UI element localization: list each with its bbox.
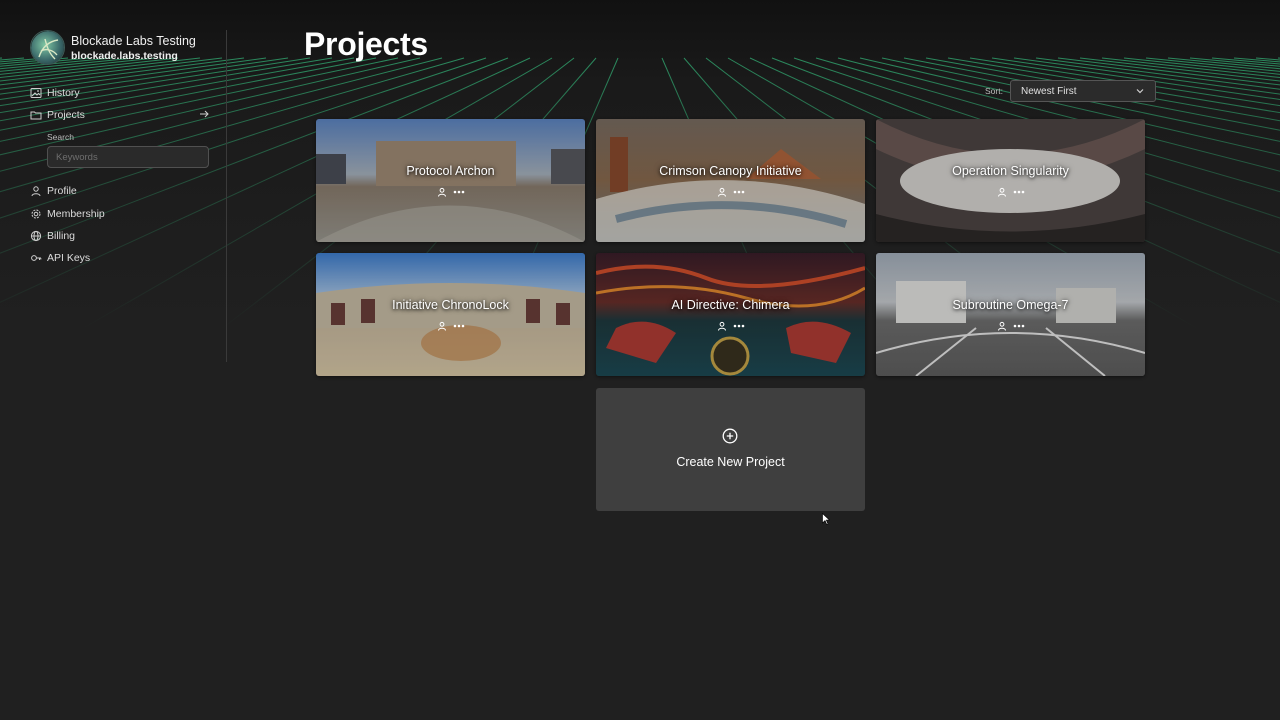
user-icon <box>437 187 447 197</box>
project-title: Protocol Archon <box>406 164 495 178</box>
account-handle: blockade.labs.testing <box>71 49 178 62</box>
sort-dropdown[interactable]: Newest First <box>1010 80 1156 102</box>
image-icon <box>30 87 42 99</box>
folder-icon <box>30 109 42 121</box>
more-options-icon[interactable] <box>733 323 745 329</box>
sidebar-item-api-keys[interactable]: API Keys <box>30 250 210 266</box>
page-title: Projects <box>304 26 428 62</box>
project-card-ai-directive-chimera[interactable]: AI Directive: Chimera <box>596 253 865 376</box>
user-icon <box>997 321 1007 331</box>
search-input[interactable] <box>47 146 209 168</box>
user-icon <box>437 321 447 331</box>
more-options-icon[interactable] <box>733 189 745 195</box>
user-icon <box>717 321 727 331</box>
project-title: Initiative ChronoLock <box>392 298 509 312</box>
sidebar: Blockade Labs Testing blockade.labs.test… <box>0 0 228 362</box>
arrow-right-icon[interactable] <box>198 108 210 120</box>
project-card-protocol-archon[interactable]: Protocol Archon <box>316 119 585 242</box>
user-icon <box>30 185 42 197</box>
project-card-operation-singularity[interactable]: Operation Singularity <box>876 119 1145 242</box>
project-card-crimson-canopy-initiative[interactable]: Crimson Canopy Initiative <box>596 119 865 242</box>
project-title: AI Directive: Chimera <box>671 298 790 312</box>
sidebar-item-label: API Keys <box>47 252 91 264</box>
sidebar-item-label: Membership <box>47 208 105 220</box>
create-new-project-button[interactable]: Create New Project <box>596 388 865 511</box>
project-card-initiative-chronolock[interactable]: Initiative ChronoLock <box>316 253 585 376</box>
more-options-icon[interactable] <box>1013 189 1025 195</box>
sort-value: Newest First <box>1021 85 1077 97</box>
sidebar-item-profile[interactable]: Profile <box>30 183 210 199</box>
globe-icon <box>30 230 42 242</box>
account-name: Blockade Labs Testing <box>71 33 196 48</box>
plus-circle-icon <box>722 428 738 444</box>
sidebar-item-label: History <box>47 87 80 99</box>
sidebar-divider <box>226 30 227 362</box>
user-icon <box>997 187 1007 197</box>
account-header[interactable]: Blockade Labs Testing blockade.labs.test… <box>30 30 196 65</box>
avatar[interactable] <box>30 30 65 65</box>
more-options-icon[interactable] <box>1013 323 1025 329</box>
mouse-cursor-icon <box>822 513 830 525</box>
sidebar-item-label: Billing <box>47 230 76 242</box>
create-new-project-label: Create New Project <box>676 455 785 469</box>
gear-icon <box>30 208 42 220</box>
key-icon <box>30 252 42 264</box>
sidebar-item-label: Profile <box>47 185 77 197</box>
sidebar-item-history[interactable]: History <box>30 85 210 101</box>
project-title: Subroutine Omega-7 <box>952 298 1069 312</box>
project-title: Operation Singularity <box>952 164 1069 178</box>
sidebar-item-projects[interactable]: Projects <box>30 107 210 123</box>
chevron-down-icon <box>1135 86 1145 96</box>
more-options-icon[interactable] <box>453 189 465 195</box>
sidebar-item-membership[interactable]: Membership <box>30 206 210 222</box>
sort-label: Sort: <box>985 86 1003 96</box>
search-label: Search <box>47 132 74 142</box>
user-icon <box>717 187 727 197</box>
more-options-icon[interactable] <box>453 323 465 329</box>
sidebar-item-billing[interactable]: Billing <box>30 228 210 244</box>
project-card-subroutine-omega-7[interactable]: Subroutine Omega-7 <box>876 253 1145 376</box>
project-title: Crimson Canopy Initiative <box>659 164 802 178</box>
sidebar-item-label: Projects <box>47 109 85 121</box>
